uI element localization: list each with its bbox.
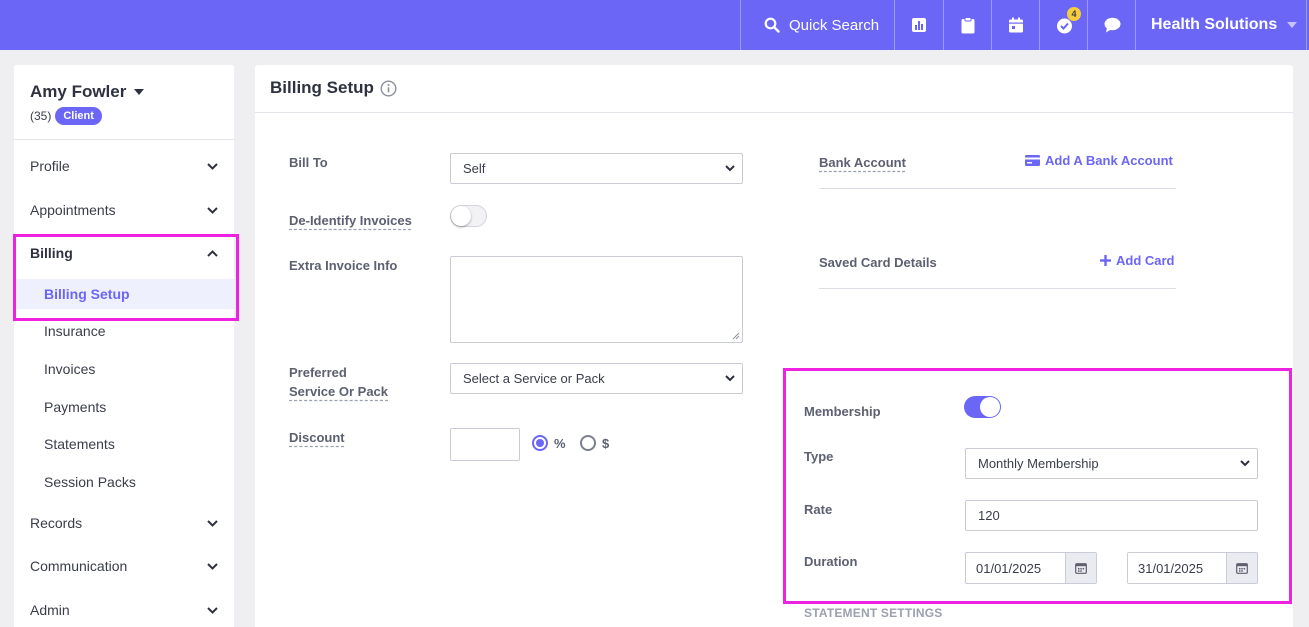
add-card-button[interactable]: Add Card — [1100, 253, 1175, 268]
card-divider — [819, 288, 1176, 289]
client-name: Amy Fowler — [30, 82, 127, 101]
bank-divider — [819, 188, 1176, 189]
sidebar-item-label: Records — [30, 515, 83, 531]
chevron-down-icon — [725, 374, 735, 381]
discount-dollar-label: $ — [602, 435, 610, 451]
caret-down-icon — [134, 89, 145, 95]
radio-selected[interactable] — [532, 435, 548, 451]
discount-percent-label: % — [554, 435, 566, 451]
toggle-knob — [451, 206, 471, 226]
sidebar-item-label: Communication — [30, 558, 128, 574]
add-card-label: Add Card — [1116, 253, 1175, 268]
sidebar-subitem-invoices[interactable]: Invoices — [14, 354, 234, 384]
client-age: (35) — [30, 109, 52, 123]
sidebar-item-records[interactable]: Records — [14, 508, 234, 538]
client-type-badge: Client — [55, 107, 102, 125]
topbar-divider — [740, 0, 741, 50]
messages-button[interactable] — [1088, 0, 1136, 50]
panel-divider — [255, 112, 1293, 113]
chevron-down-icon — [725, 164, 735, 171]
search-icon — [764, 17, 780, 33]
credit-card-icon — [1025, 155, 1040, 166]
organization-menu[interactable]: Health Solutions — [1136, 0, 1306, 50]
add-bank-account-label: Add A Bank Account — [1045, 153, 1173, 168]
sidebar-subitem-label: Insurance — [44, 323, 106, 339]
bar-chart-icon — [912, 18, 926, 32]
chat-icon — [1104, 17, 1120, 33]
saved-card-label: Saved Card Details — [819, 255, 937, 270]
sidebar-subitem-statements[interactable]: Statements — [14, 429, 234, 459]
sidebar-subitem-label: Invoices — [44, 361, 96, 377]
sidebar-subitem-payments[interactable]: Payments — [14, 392, 234, 422]
tasks-button[interactable]: 4 — [1040, 0, 1088, 50]
notification-badge: 4 — [1067, 7, 1081, 21]
preferred-service-label-line1: Preferred — [289, 365, 347, 380]
bill-to-select[interactable]: Self — [450, 153, 743, 184]
sidebar-item-label: Profile — [30, 158, 70, 174]
discount-label: Discount — [289, 430, 345, 445]
chevron-down-icon — [207, 519, 218, 527]
extra-invoice-info-label: Extra Invoice Info — [289, 258, 398, 273]
preferred-service-select[interactable]: Select a Service or Pack — [450, 363, 743, 394]
sidebar-item-appointments[interactable]: Appointments — [14, 195, 234, 225]
sidebar-subitem-label: Statements — [44, 436, 115, 452]
client-sidebar: Amy Fowler (35) Client Profile Appointme… — [14, 65, 234, 627]
calendar-button[interactable] — [992, 0, 1040, 50]
sidebar-item-label: Appointments — [30, 202, 116, 218]
bill-to-label: Bill To — [289, 155, 328, 170]
deidentify-invoices-label: De-Identify Invoices — [289, 213, 412, 228]
chevron-down-icon — [207, 606, 218, 614]
sidebar-item-communication[interactable]: Communication — [14, 551, 234, 581]
page-title: Billing Setup — [270, 78, 397, 98]
resize-handle-icon[interactable] — [732, 332, 740, 340]
bank-account-label: Bank Account — [819, 155, 906, 170]
sidebar-item-profile[interactable]: Profile — [14, 151, 234, 181]
reports-button[interactable] — [895, 0, 943, 50]
discount-dollar-radio[interactable]: $ — [580, 435, 609, 451]
page-title-text: Billing Setup — [270, 78, 374, 97]
info-icon[interactable] — [380, 79, 397, 97]
sidebar-subitem-label: Payments — [44, 399, 107, 415]
clipboard-icon — [961, 16, 975, 33]
billing-highlight-box — [13, 234, 239, 321]
bill-to-value: Self — [463, 161, 486, 176]
discount-input[interactable] — [450, 428, 520, 461]
quick-search-button[interactable]: Quick Search — [752, 0, 892, 50]
plus-icon — [1100, 255, 1111, 266]
client-name-menu[interactable]: Amy Fowler — [30, 82, 145, 102]
client-meta: (35) Client — [30, 107, 102, 125]
sidebar-divider — [14, 139, 234, 140]
quick-search-label: Quick Search — [789, 16, 880, 34]
extra-invoice-info-textarea[interactable] — [450, 256, 743, 343]
preferred-service-value: Select a Service or Pack — [463, 371, 605, 386]
chevron-down-icon — [207, 162, 218, 170]
preferred-service-label-line2: Service Or Pack — [289, 384, 389, 399]
organization-name: Health Solutions — [1151, 16, 1278, 33]
sidebar-item-label: Admin — [30, 602, 70, 618]
chevron-down-icon — [207, 562, 218, 570]
deidentify-invoices-toggle[interactable] — [450, 205, 487, 227]
discount-percent-radio[interactable]: % — [532, 435, 566, 451]
sidebar-subitem-session-packs[interactable]: Session Packs — [14, 467, 234, 497]
add-bank-account-button[interactable]: Add A Bank Account — [1025, 153, 1173, 168]
radio-unselected[interactable] — [580, 435, 596, 451]
chevron-down-icon — [207, 206, 218, 214]
calendar-icon — [1009, 17, 1023, 33]
statement-settings-heading: STATEMENT SETTINGS — [804, 606, 943, 620]
topbar-divider — [1306, 0, 1307, 50]
caret-down-icon — [1287, 22, 1298, 28]
top-bar: Quick Search 4 Health Solutions — [0, 0, 1309, 50]
membership-highlight-box — [783, 368, 1292, 604]
sidebar-subitem-label: Session Packs — [44, 474, 136, 490]
clipboard-button[interactable] — [944, 0, 992, 50]
sidebar-item-admin[interactable]: Admin — [14, 595, 234, 625]
